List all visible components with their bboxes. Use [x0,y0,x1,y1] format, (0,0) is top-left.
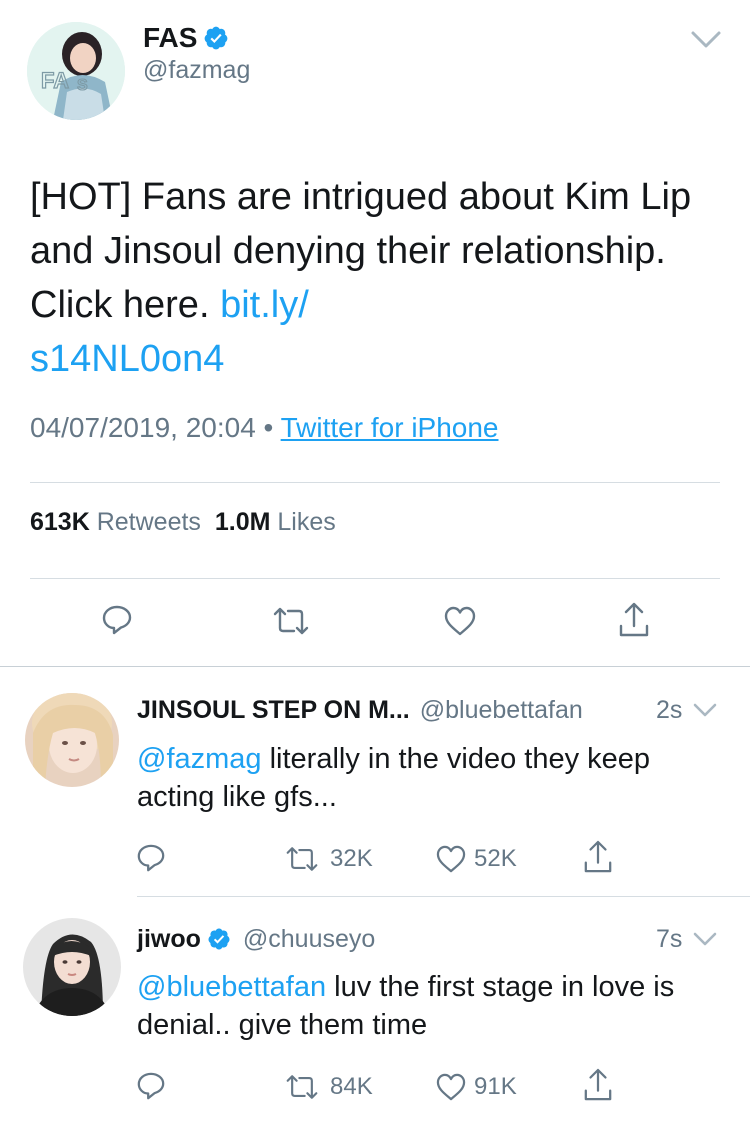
retweet-icon[interactable] [285,1073,319,1106]
retweets-count[interactable]: 613K [30,508,90,536]
reply-avatar[interactable] [25,693,119,787]
chevron-down-icon[interactable] [690,30,722,50]
tweet-body: [HOT] Fans are intrigued about Kim Lip a… [30,176,692,326]
main-tweet: FA S FAS @fazmag [HOT] Fans are intrigue… [0,0,750,668]
reply-mention[interactable]: @bluebettafan [137,971,326,1003]
divider [30,578,720,579]
reply-retweet-count: 84K [330,1073,373,1100]
like-icon[interactable] [444,606,476,641]
reply-text: @bluebettafan luv the first stage in lov… [137,968,727,1044]
retweet-icon[interactable] [272,606,310,641]
reply-avatar[interactable] [23,918,121,1016]
share-icon[interactable] [583,1068,613,1107]
tweet-meta: 04/07/2019, 20:04 • Twitter for iPhone [30,412,499,444]
share-icon[interactable] [618,602,650,643]
author-handle[interactable]: @fazmag [143,56,250,85]
reply-header: jiwoo @chuuseyo [137,925,375,954]
divider [137,896,750,897]
tweet-text: [HOT] Fans are intrigued about Kim Lip a… [30,170,730,386]
reply-text: @fazmag literally in the video they keep… [137,740,727,816]
tweet-link-part2[interactable]: s14NL0on4 [30,338,224,380]
section-divider [0,666,750,667]
svg-text:FA: FA [41,68,69,93]
retweet-icon[interactable] [285,845,319,878]
reply-time: 2s [656,696,683,724]
reply-like-count: 52K [474,845,517,872]
tweet-link-part1[interactable]: bit.ly/ [220,284,309,326]
verified-badge-icon [207,927,233,953]
svg-text:S: S [77,77,88,94]
chevron-down-icon[interactable] [692,931,718,952]
tweet-stats: 613K Retweets 1.0M Likes [30,508,336,537]
author-name[interactable]: FAS [143,22,197,54]
reply-icon[interactable] [101,604,133,641]
reply-retweet-count: 32K [330,845,373,872]
tweet-timestamp: 04/07/2019, 20:04 [30,412,256,443]
chevron-down-icon[interactable] [692,702,718,723]
reply-icon[interactable] [136,843,166,878]
reply-time: 7s [656,925,683,953]
reply-author-name[interactable]: jiwoo [137,925,201,954]
meta-separator: • [255,412,281,443]
verified-badge-icon [203,25,229,51]
reply-author-handle[interactable]: @chuuseyo [243,925,375,954]
retweets-label[interactable]: Retweets [97,508,201,536]
reply-author-name[interactable]: JINSOUL STEP ON M... [137,696,410,725]
author-avatar[interactable]: FA S [27,22,125,120]
reply-author-handle[interactable]: @bluebettafan [420,696,583,725]
reply-mention[interactable]: @fazmag [137,743,262,775]
divider [30,482,720,483]
share-icon[interactable] [583,840,613,879]
reply-icon[interactable] [136,1071,166,1106]
author-name-row: FAS [143,22,229,54]
tweet-source-link[interactable]: Twitter for iPhone [281,412,499,443]
like-icon[interactable] [436,845,466,878]
reply-like-count: 91K [474,1073,517,1100]
likes-count[interactable]: 1.0M [215,508,271,536]
like-icon[interactable] [436,1073,466,1106]
reply-header: JINSOUL STEP ON M... @bluebettafan [137,696,583,725]
likes-label[interactable]: Likes [277,508,335,536]
